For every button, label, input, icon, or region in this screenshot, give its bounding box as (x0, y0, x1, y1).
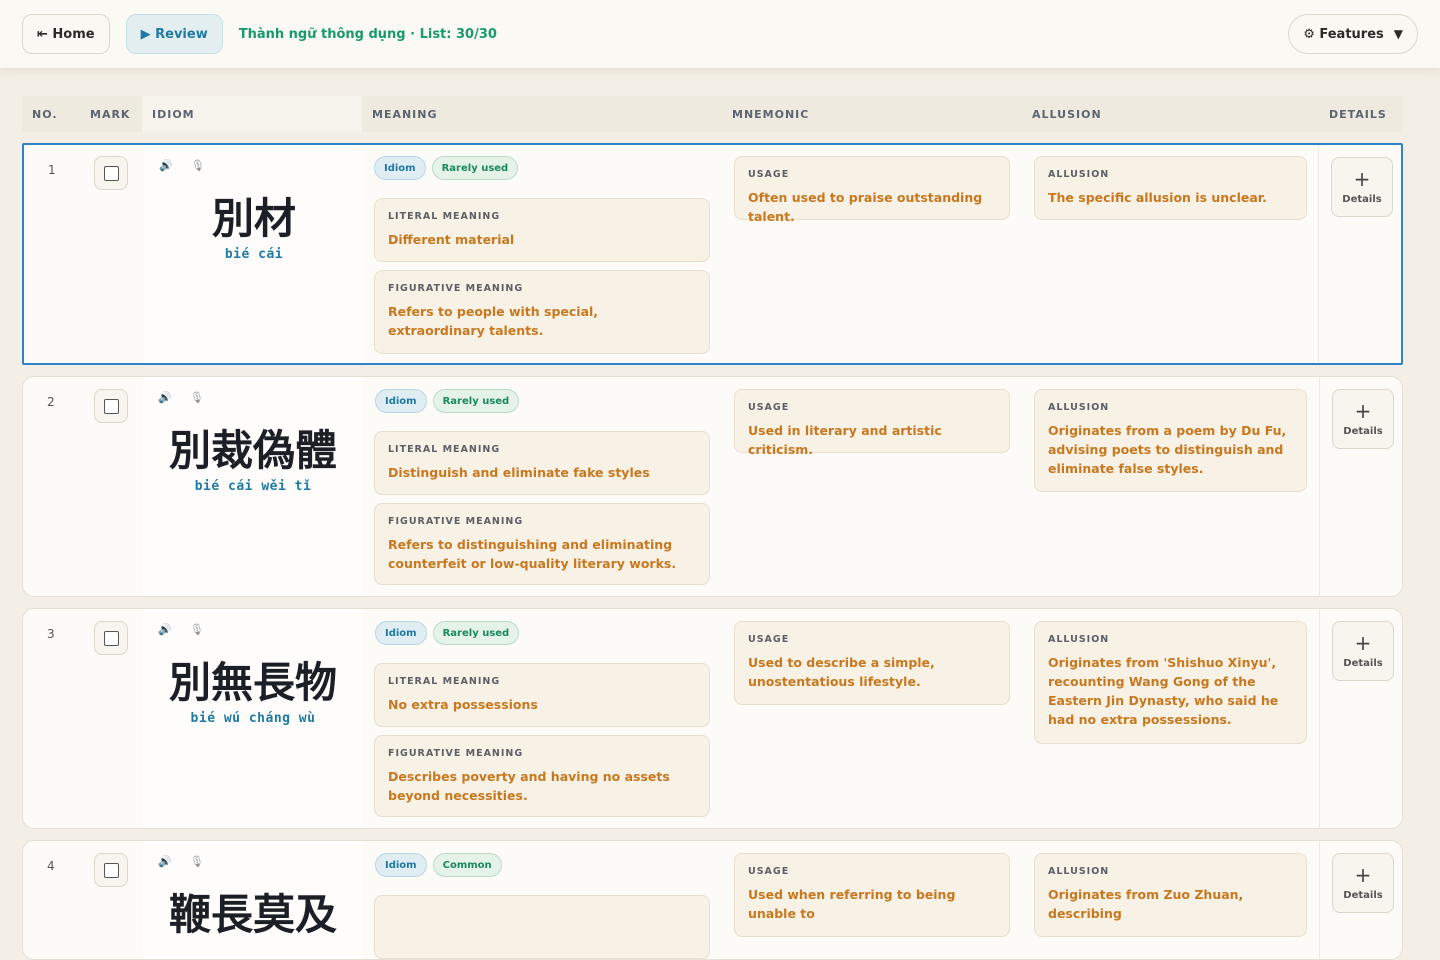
plus-icon: + (1354, 398, 1372, 423)
mic-icon[interactable]: 🎙 (190, 855, 204, 868)
allusion-card: ALLUSION Originates from 'Shishuo Xinyu'… (1034, 621, 1307, 744)
frequency-badge: Rarely used (432, 389, 520, 413)
frequency-badge: Rarely used (431, 156, 519, 180)
usage-card: USAGE Used to describe a simple, unosten… (734, 621, 1010, 705)
col-mark: MARK (90, 108, 131, 121)
home-button[interactable]: ⇤ Home (22, 14, 110, 54)
mic-icon[interactable]: 🎙 (190, 623, 204, 636)
allusion-card: ALLUSION Originates from Zuo Zhuan, desc… (1034, 853, 1307, 937)
idiom-hanzi: 鞭長莫及 (168, 890, 337, 939)
mark-checkbox[interactable] (94, 853, 128, 887)
allusion-card: ALLUSION The specific allusion is unclea… (1034, 156, 1307, 220)
mic-icon[interactable]: 🎙 (191, 159, 205, 172)
top-bar: ⇤ Home ▶ Review Thành ngữ thông dụng · L… (0, 0, 1440, 68)
type-badge: Idiom (375, 853, 427, 877)
details-button[interactable]: + Details (1332, 389, 1394, 449)
literal-meaning-card: LITERAL MEANING Distinguish and eliminat… (374, 431, 710, 495)
literal-meaning-card: LITERAL MEANING Different material (374, 198, 710, 262)
col-mnemonic: MNEMONIC (732, 108, 810, 121)
col-no: NO. (32, 108, 58, 121)
table-row[interactable]: 4 🔊 🎙 鞭長莫及 Idiom Common USAGE Used when … (22, 840, 1403, 960)
speaker-icon[interactable]: 🔊 (158, 855, 172, 868)
literal-meaning-card: LITERAL MEANING No extra possessions (374, 663, 710, 727)
table-row[interactable]: 1 🔊 🎙 別材 bié cái Idiom Rarely used LITER… (22, 143, 1403, 365)
type-badge: Idiom (375, 621, 427, 645)
speaker-icon[interactable]: 🔊 (158, 391, 172, 404)
row-number: 1 (48, 163, 56, 177)
idiom-hanzi: 別材 (211, 194, 296, 243)
idiom-cell: 🔊 🎙 鞭長莫及 (143, 841, 363, 959)
mic-icon[interactable]: 🎙 (190, 391, 204, 404)
plus-icon: + (1354, 862, 1372, 887)
usage-card: USAGE Used when referring to being unabl… (734, 853, 1010, 937)
figurative-meaning-card: FIGURATIVE MEANING Refers to distinguish… (374, 503, 710, 585)
idiom-pinyin: bié cái (224, 247, 284, 262)
figurative-meaning-card: FIGURATIVE MEANING Refers to people with… (374, 270, 710, 354)
idiom-hanzi: 別無長物 (168, 658, 337, 707)
col-details: DETAILS (1329, 108, 1387, 121)
literal-meaning-card (374, 895, 710, 959)
speaker-icon[interactable]: 🔊 (159, 159, 173, 172)
plus-icon: + (1353, 166, 1371, 191)
speaker-icon[interactable]: 🔊 (158, 623, 172, 636)
usage-card: USAGE Used in literary and artistic crit… (734, 389, 1010, 457)
features-label: ⚙ Features (1303, 26, 1384, 42)
row-number: 4 (47, 859, 55, 873)
allusion-card: ALLUSION Originates from a poem by Du Fu… (1034, 389, 1307, 492)
mark-checkbox[interactable] (94, 156, 128, 190)
mark-checkbox[interactable] (94, 621, 128, 655)
idiom-cell: 🔊 🎙 別裁偽體 bié cái wěi tǐ (143, 377, 363, 596)
list-info: Thành ngữ thông dụng · List: 30/30 (238, 26, 497, 42)
review-button[interactable]: ▶ Review (125, 14, 223, 54)
idiom-hanzi: 別裁偽體 (168, 426, 337, 475)
chevron-down-icon: ▼ (1393, 27, 1403, 41)
details-button[interactable]: + Details (1331, 157, 1393, 217)
idiom-pinyin: bié cái wěi tǐ (194, 479, 312, 494)
table-row[interactable]: 2 🔊 🎙 別裁偽體 bié cái wěi tǐ Idiom Rarely u… (22, 376, 1403, 597)
usage-card: USAGE Often used to praise outstanding t… (734, 156, 1010, 224)
frequency-badge: Rarely used (432, 621, 520, 645)
idiom-cell: 🔊 🎙 別無長物 bié wú cháng wù (143, 609, 363, 828)
row-number: 3 (47, 627, 55, 641)
frequency-badge: Common (432, 853, 502, 877)
idiom-pinyin: bié wú cháng wù (190, 711, 316, 726)
type-badge: Idiom (374, 156, 426, 180)
figurative-meaning-card: FIGURATIVE MEANING Describes poverty and… (374, 735, 710, 817)
type-badge: Idiom (375, 389, 427, 413)
idiom-cell: 🔊 🎙 別材 bié cái (144, 145, 364, 363)
plus-icon: + (1354, 630, 1372, 655)
features-dropdown[interactable]: ⚙ Features ▼ (1288, 14, 1418, 54)
mark-checkbox[interactable] (94, 389, 128, 423)
table-header: NO. MARK IDIOM MEANING MNEMONIC ALLUSION… (22, 96, 1403, 132)
col-meaning: MEANING (372, 108, 438, 121)
table-row[interactable]: 3 🔊 🎙 別無長物 bié wú cháng wù Idiom Rarely … (22, 608, 1403, 829)
col-allusion: ALLUSION (1032, 108, 1102, 121)
details-button[interactable]: + Details (1332, 853, 1394, 913)
row-number: 2 (47, 395, 55, 409)
details-button[interactable]: + Details (1332, 621, 1394, 681)
col-idiom: IDIOM (152, 108, 195, 121)
